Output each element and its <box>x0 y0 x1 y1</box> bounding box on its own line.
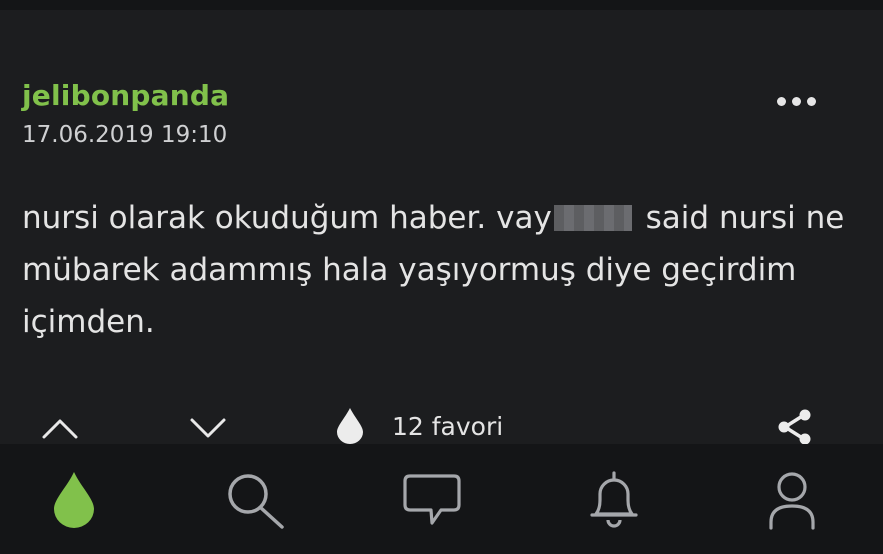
chevron-down-icon <box>190 418 226 438</box>
search-icon <box>228 474 284 529</box>
entry-datetime[interactable]: 17.06.2019 19:10 <box>22 122 227 148</box>
nav-messages[interactable] <box>396 468 468 532</box>
downvote-button[interactable] <box>188 410 228 446</box>
nav-profile[interactable] <box>756 468 828 532</box>
favorite-button[interactable] <box>334 406 366 446</box>
share-button[interactable] <box>774 406 816 448</box>
redacted-word <box>553 205 632 231</box>
drop-icon <box>337 408 363 444</box>
favorite-count[interactable]: 12 favori <box>392 412 503 441</box>
drop-logo-icon <box>54 472 94 528</box>
user-icon <box>769 472 815 530</box>
share-icon <box>778 409 811 445</box>
chevron-up-icon <box>42 419 78 439</box>
entry-content: nursi olarak okuduğum haber. vay said nu… <box>22 192 862 348</box>
upvote-button[interactable] <box>40 410 80 446</box>
bottom-navigation-bar <box>0 444 883 554</box>
nav-search[interactable] <box>218 468 290 532</box>
bell-icon <box>590 471 638 528</box>
previous-entry-divider <box>0 0 883 10</box>
nav-home[interactable] <box>38 468 110 532</box>
entry-author[interactable]: jelibonpanda <box>22 79 229 112</box>
more-options-button[interactable] <box>770 90 822 112</box>
more-dots-icon <box>776 96 786 106</box>
entry-text-part-1: nursi olarak okuduğum haber. vay <box>22 200 552 236</box>
entry-card: jelibonpanda 17.06.2019 19:10 nursi olar… <box>0 10 883 446</box>
nav-notifications[interactable] <box>578 468 650 532</box>
app-window: jelibonpanda 17.06.2019 19:10 nursi olar… <box>0 0 883 554</box>
message-icon <box>403 474 461 525</box>
